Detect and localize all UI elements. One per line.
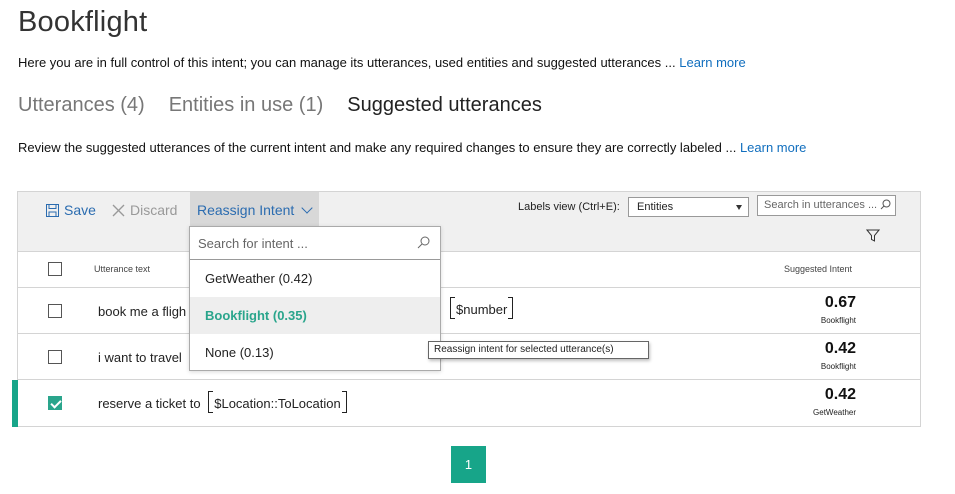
utterance-grid: Save Discard Reassign Intent Labels view… — [12, 191, 921, 427]
page-button-1[interactable]: 1 — [451, 446, 486, 483]
dropdown-arrow-icon — [736, 205, 742, 210]
learn-more-link[interactable]: Learn more — [679, 55, 745, 70]
review-learn-more-link[interactable]: Learn more — [740, 140, 806, 155]
toolbar: Save Discard Reassign Intent Labels view… — [18, 192, 920, 252]
suggested-intent-name: Bookflight — [820, 316, 856, 325]
reassign-intent-button[interactable]: Reassign Intent — [190, 192, 320, 228]
intro-text: Here you are in full control of this int… — [18, 55, 746, 70]
review-text: Review the suggested utterances of the c… — [18, 140, 806, 155]
save-icon — [46, 203, 59, 217]
row-checkbox[interactable] — [48, 350, 62, 364]
reassign-label: Reassign Intent — [197, 202, 295, 218]
search-icon — [417, 236, 430, 249]
labels-view-label: Labels view (Ctrl+E): — [518, 201, 620, 213]
row-checkbox[interactable] — [48, 304, 62, 318]
suggested-intent-name: Bookflight — [820, 362, 856, 371]
close-icon — [112, 204, 125, 216]
page-title: Bookflight — [18, 6, 148, 38]
table-row[interactable]: reserve a ticket to $Location::ToLocatio… — [12, 380, 920, 427]
labels-view-value: Entities — [637, 201, 674, 213]
utterance-text: i want to travel — [98, 350, 182, 365]
intent-search-input[interactable]: Search for intent ... — [190, 227, 440, 260]
filter-icon[interactable] — [866, 229, 880, 242]
discard-button[interactable]: Discard — [112, 202, 177, 218]
save-button[interactable]: Save — [46, 202, 96, 218]
intro-description: Here you are in full control of this int… — [18, 55, 676, 70]
intent-option-getweather[interactable]: GetWeather (0.42) — [190, 260, 440, 297]
select-all-checkbox[interactable] — [48, 262, 62, 276]
entity-location[interactable]: $Location::ToLocation — [208, 391, 348, 413]
utterance-text: reserve a ticket to $Location::ToLocatio… — [98, 391, 348, 413]
suggested-intent-name: GetWeather — [813, 408, 856, 417]
column-header-intent: Suggested Intent — [784, 264, 853, 274]
entity-number: $number — [450, 297, 514, 319]
intent-score: 0.67 — [824, 294, 856, 311]
table-header: Utterance text Suggested Intent — [18, 252, 920, 288]
discard-label: Discard — [130, 202, 178, 218]
entity-label[interactable]: $number — [450, 297, 514, 319]
intent-search-placeholder: Search for intent ... — [198, 236, 308, 251]
utterance-text-plain: reserve a ticket to — [98, 396, 201, 411]
utterance-text: book me a fligh — [98, 304, 187, 319]
reassign-tooltip: Reassign intent for selected utterance(s… — [428, 341, 649, 359]
reassign-intent-dropdown: Search for intent ... GetWeather (0.42) … — [189, 226, 441, 371]
table-row[interactable]: book me a fligh $number 0.67 Bookflight — [18, 288, 920, 334]
chevron-down-icon — [301, 202, 313, 214]
tab-bar: Utterances (4) Entities in use (1) Sugge… — [18, 94, 542, 117]
row-checkbox[interactable] — [48, 396, 62, 410]
intent-option-none[interactable]: None (0.13) — [190, 334, 440, 371]
search-icon — [880, 199, 891, 210]
search-utterances-input[interactable]: Search in utterances ... — [757, 195, 896, 216]
intent-score: 0.42 — [824, 340, 856, 357]
intent-score: 0.42 — [824, 386, 856, 403]
intent-option-bookflight[interactable]: Bookflight (0.35) — [190, 297, 440, 334]
tab-utterances[interactable]: Utterances (4) — [18, 94, 145, 117]
review-description: Review the suggested utterances of the c… — [18, 140, 737, 155]
tab-suggested-utterances[interactable]: Suggested utterances — [347, 94, 542, 117]
labels-view-select[interactable]: Entities — [628, 197, 749, 217]
search-utterances-placeholder: Search in utterances ... — [764, 199, 878, 211]
column-header-utterance: Utterance text — [94, 264, 151, 274]
save-label: Save — [64, 202, 96, 218]
tab-entities-in-use[interactable]: Entities in use (1) — [169, 94, 324, 117]
